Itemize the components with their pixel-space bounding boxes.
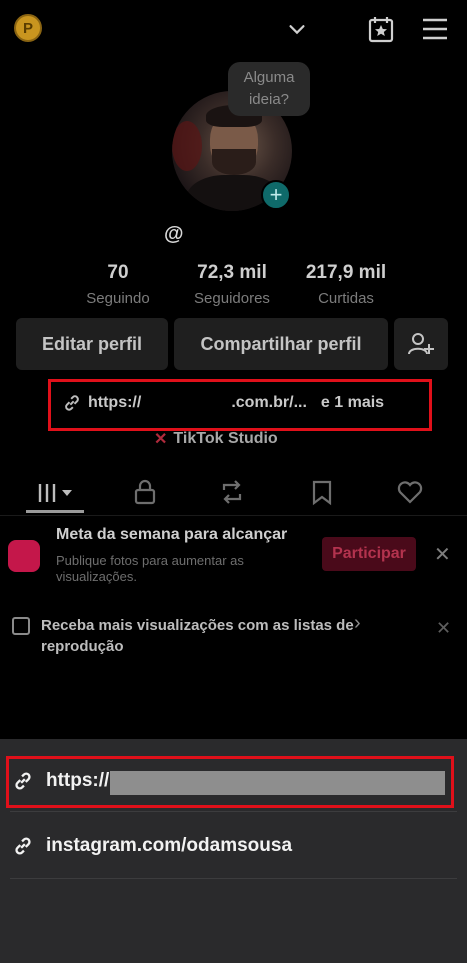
stat-following[interactable]: 70 Seguindo (78, 262, 158, 307)
bio-link[interactable]: https:// .com.br/... e 1 mais (62, 392, 422, 414)
tab-private-lock-icon[interactable] (131, 478, 159, 506)
tiktok-studio-link[interactable]: ✕ TikTok Studio (154, 429, 278, 449)
playlist-tip-text: Receba mais visualizações com as listas … (41, 617, 354, 655)
stat-likes[interactable]: 217,9 mil Curtidas (296, 262, 396, 307)
stat-label: Seguindo (86, 290, 150, 307)
close-tip-icon[interactable]: ✕ (436, 618, 451, 639)
stat-label: Seguidores (194, 290, 270, 307)
weekly-goal-icon (8, 540, 40, 572)
divider (10, 811, 457, 812)
weekly-goal-title: Meta da semana para alcançar (56, 526, 288, 543)
idea-bubble[interactable]: Alguma ideia? (228, 62, 310, 116)
participate-button[interactable]: Participar (322, 537, 416, 571)
stat-value: 72,3 mil (197, 262, 267, 283)
tab-liked-heart-icon[interactable] (396, 478, 424, 506)
profile-handle: @ (164, 223, 184, 245)
stat-value: 70 (107, 262, 129, 283)
tab-saved-bookmark-icon[interactable] (308, 478, 336, 506)
stat-followers[interactable]: 72,3 mil Seguidores (178, 262, 286, 307)
menu-icon[interactable] (421, 16, 449, 42)
bio-link-prefix: https:// (88, 394, 142, 411)
tab-reposts-icon[interactable] (218, 478, 246, 506)
studio-label: TikTok Studio (173, 430, 278, 447)
link-icon (15, 837, 31, 855)
add-person-icon (408, 333, 434, 355)
close-banner-icon[interactable]: ✕ (434, 542, 451, 567)
calendar-star-icon[interactable] (366, 14, 396, 44)
weekly-goal-subtitle: Publique fotos para aumentar as visualiz… (56, 553, 244, 584)
highlight-box (6, 756, 454, 808)
bio-link-suffix: .com.br/... (231, 394, 307, 411)
link-icon (65, 395, 79, 411)
add-friend-button[interactable] (394, 318, 448, 370)
studio-icon: ✕ (154, 431, 168, 448)
share-profile-button[interactable]: Compartilhar perfil (174, 318, 388, 370)
stat-value: 217,9 mil (305, 262, 387, 283)
sheet-link-row-2[interactable]: instagram.com/odamsousa (0, 815, 467, 877)
tab-videos-grid-icon[interactable] (36, 478, 78, 506)
add-story-plus-icon[interactable]: + (261, 180, 291, 210)
playlist-tip[interactable]: Receba mais visualizações com as listas … (41, 615, 361, 657)
active-tab-indicator (26, 510, 84, 513)
edit-profile-button[interactable]: Editar perfil (16, 318, 168, 370)
top-bar: P (0, 0, 467, 60)
bio-link-more: e 1 mais (320, 394, 385, 411)
divider (10, 878, 457, 879)
coin-icon[interactable]: P (14, 14, 42, 42)
chevron-right-icon: › (354, 612, 361, 634)
playlist-icon (12, 617, 30, 635)
sheet-link-text: instagram.com/odamsousa (46, 835, 293, 856)
stat-label: Curtidas (318, 290, 374, 307)
chevron-down-icon[interactable] (286, 18, 308, 40)
